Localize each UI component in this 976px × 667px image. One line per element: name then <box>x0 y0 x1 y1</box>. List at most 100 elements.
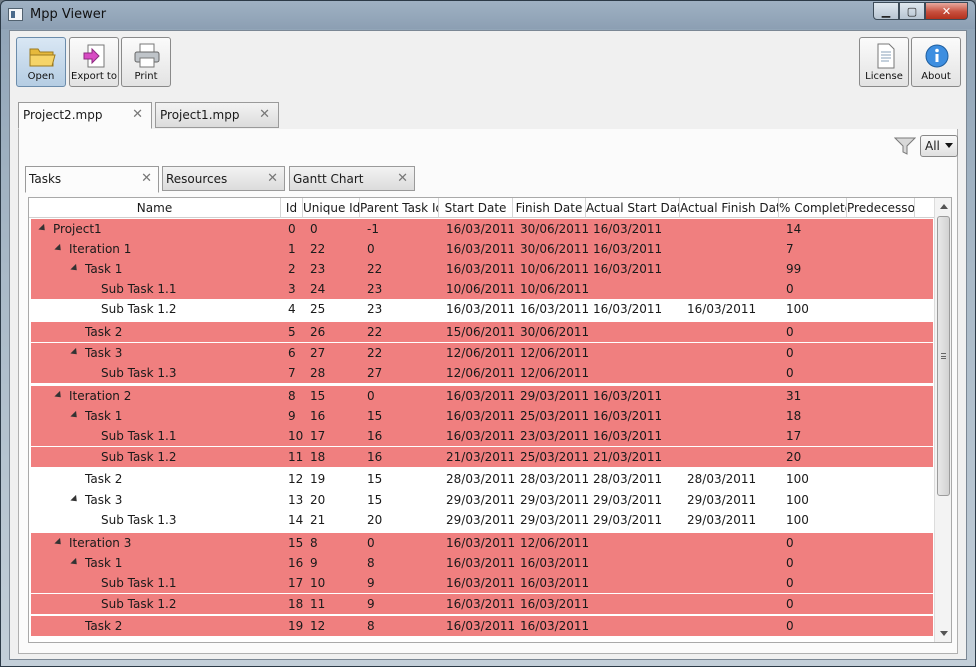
collapse-toggle-icon[interactable] <box>70 557 80 568</box>
cell-id: 8 <box>288 389 296 403</box>
license-button[interactable]: License <box>859 37 909 87</box>
column-header-predecessor[interactable]: Predecessor <box>847 198 915 218</box>
close-tab-icon[interactable]: ✕ <box>141 171 152 186</box>
close-tab-icon[interactable]: ✕ <box>397 171 408 186</box>
table-row[interactable]: Sub Task 1.2 4 25 23 16/03/2011 16/03/2011 16/… <box>31 299 933 319</box>
vertical-scrollbar[interactable] <box>934 198 951 642</box>
collapse-toggle-icon[interactable] <box>38 223 48 234</box>
cell-percent-complete: 0 <box>786 556 794 570</box>
print-button[interactable]: Print <box>121 37 171 87</box>
table-row[interactable]: Sub Task 1.1 3 24 23 10/06/2011 10/06/2011 0 <box>31 279 933 299</box>
column-header-unique-id[interactable]: Unique Id <box>303 198 360 218</box>
filter-select[interactable]: All <box>920 135 958 157</box>
cell-start-date: 16/03/2011 <box>446 389 516 403</box>
column-header-percent-complete[interactable]: % Complete <box>779 198 847 218</box>
table-row[interactable]: Sub Task 1.1 17 10 9 16/03/2011 16/03/2011 0 <box>31 573 933 593</box>
collapse-toggle-icon[interactable] <box>54 243 64 254</box>
cell-parent-task-id: -1 <box>367 222 379 236</box>
table-row[interactable]: Task 2 12 19 15 28/03/2011 28/03/2011 28/03/20… <box>31 469 933 489</box>
cell-percent-complete: 0 <box>786 282 794 296</box>
table-row[interactable]: Sub Task 1.2 11 18 16 21/03/2011 25/03/2011 21… <box>31 447 933 467</box>
tab-project1[interactable]: Project1.mpp ✕ <box>155 102 279 128</box>
tab-project2[interactable]: Project2.mpp ✕ <box>18 102 152 129</box>
cell-start-date: 16/03/2011 <box>446 222 516 236</box>
maximize-button[interactable]: ▢ <box>899 2 925 20</box>
cell-actual-start-date: 16/03/2011 <box>593 242 663 256</box>
scroll-up-icon[interactable] <box>940 204 948 209</box>
cell-parent-task-id: 0 <box>367 242 375 256</box>
collapse-toggle-icon[interactable] <box>70 347 80 358</box>
column-header-actual-finish-date[interactable]: Actual Finish Date <box>680 198 779 218</box>
close-tab-icon[interactable]: ✕ <box>259 107 270 122</box>
table-row[interactable]: Task 1 16 9 8 16/03/2011 16/03/2011 0 <box>31 553 933 573</box>
cell-finish-date: 16/03/2011 <box>520 619 590 633</box>
cell-percent-complete: 0 <box>786 576 794 590</box>
cell-id: 2 <box>288 262 296 276</box>
cell-start-date: 16/03/2011 <box>446 409 516 423</box>
table-row[interactable]: Task 1 9 16 15 16/03/2011 25/03/2011 16/03/201… <box>31 406 933 426</box>
tab-tasks[interactable]: Tasks ✕ <box>25 166 159 193</box>
cell-finish-date: 29/03/2011 <box>520 513 590 527</box>
table-row[interactable]: Task 3 6 27 22 12/06/2011 12/06/2011 0 <box>31 343 933 363</box>
cell-percent-complete: 99 <box>786 262 802 276</box>
about-button[interactable]: About <box>911 37 961 87</box>
collapse-toggle-icon[interactable] <box>54 537 64 548</box>
tab-gantt-chart[interactable]: Gantt Chart ✕ <box>289 166 415 191</box>
column-header-name[interactable]: Name <box>29 198 281 218</box>
scroll-thumb[interactable] <box>937 216 950 496</box>
table-row[interactable]: Task 2 5 26 22 15/06/2011 30/06/2011 0 <box>31 322 933 342</box>
table-row[interactable]: Task 3 13 20 15 29/03/2011 29/03/2011 29/03/20… <box>31 490 933 510</box>
collapse-toggle-icon[interactable] <box>70 494 80 505</box>
table-row[interactable]: Sub Task 1.3 14 21 20 29/03/2011 29/03/2011 29… <box>31 510 933 530</box>
cell-actual-start-date: 21/03/2011 <box>593 450 663 464</box>
cell-id: 4 <box>288 302 296 316</box>
collapse-toggle-icon[interactable] <box>70 263 80 274</box>
column-header-finish-date[interactable]: Finish Date <box>513 198 586 218</box>
cell-unique-id: 24 <box>310 282 326 296</box>
column-header-id[interactable]: Id <box>281 198 303 218</box>
cell-unique-id: 16 <box>310 409 326 423</box>
table-row[interactable]: Iteration 3 15 8 0 16/03/2011 12/06/2011 0 <box>31 533 933 553</box>
cell-start-date: 29/03/2011 <box>446 513 516 527</box>
cell-finish-date: 16/03/2011 <box>520 576 590 590</box>
scroll-down-icon[interactable] <box>940 631 948 636</box>
table-row[interactable]: Sub Task 1.3 7 28 27 12/06/2011 12/06/2011 0 <box>31 363 933 383</box>
collapse-toggle-icon[interactable] <box>70 410 80 421</box>
cell-parent-task-id: 23 <box>367 282 383 296</box>
folder-icon <box>29 48 56 67</box>
close-tab-icon[interactable]: ✕ <box>267 171 278 186</box>
cell-percent-complete: 14 <box>786 222 802 236</box>
cell-percent-complete: 100 <box>786 493 809 507</box>
table-row[interactable]: Project1 0 0 -1 16/03/2011 30/06/2011 16/03/20… <box>31 219 933 239</box>
table-row[interactable]: Sub Task 1.2 18 11 9 16/03/2011 16/03/2011 0 <box>31 594 933 614</box>
cell-start-date: 16/03/2011 <box>446 262 516 276</box>
table-row[interactable]: Iteration 1 1 22 0 16/03/2011 30/06/2011 16/03… <box>31 239 933 259</box>
tab-label: Project2.mpp <box>23 108 103 122</box>
tab-resources[interactable]: Resources ✕ <box>162 166 285 191</box>
cell-finish-date: 30/06/2011 <box>520 222 590 236</box>
cell-id: 12 <box>288 472 304 486</box>
title-bar[interactable]: Mpp Viewer ▁ ▢ ✕ <box>1 1 975 29</box>
table-row[interactable]: Sub Task 1.1 10 17 16 16/03/2011 23/03/2011 16… <box>31 426 933 446</box>
cell-percent-complete: 0 <box>786 346 794 360</box>
minimize-button[interactable]: ▁ <box>873 2 899 20</box>
table-row[interactable]: Iteration 2 8 15 0 16/03/2011 29/03/2011 16/03… <box>31 386 933 406</box>
cell-unique-id: 10 <box>310 576 326 590</box>
cell-name: Sub Task 1.3 <box>101 366 177 380</box>
column-header-actual-start-date[interactable]: Actual Start Date <box>586 198 680 218</box>
close-window-button[interactable]: ✕ <box>925 2 968 20</box>
tasks-grid[interactable]: Name Id Unique Id Parent Task Id Start Date F… <box>28 197 952 643</box>
open-button[interactable]: Open <box>16 37 66 87</box>
table-row[interactable]: Task 2 19 12 8 16/03/2011 16/03/2011 0 <box>31 616 933 636</box>
cell-actual-start-date: 28/03/2011 <box>593 472 663 486</box>
cell-start-date: 28/03/2011 <box>446 472 516 486</box>
column-header-parent-task-id[interactable]: Parent Task Id <box>360 198 439 218</box>
collapse-toggle-icon[interactable] <box>54 390 64 401</box>
export-button[interactable]: Export to <box>69 37 119 87</box>
cell-name: Iteration 2 <box>69 389 132 403</box>
funnel-icon[interactable] <box>894 135 916 157</box>
close-tab-icon[interactable]: ✕ <box>132 107 143 122</box>
column-header-start-date[interactable]: Start Date <box>439 198 513 218</box>
cell-id: 0 <box>288 222 296 236</box>
table-row[interactable]: Task 1 2 23 22 16/03/2011 10/06/2011 16/03/201… <box>31 259 933 279</box>
